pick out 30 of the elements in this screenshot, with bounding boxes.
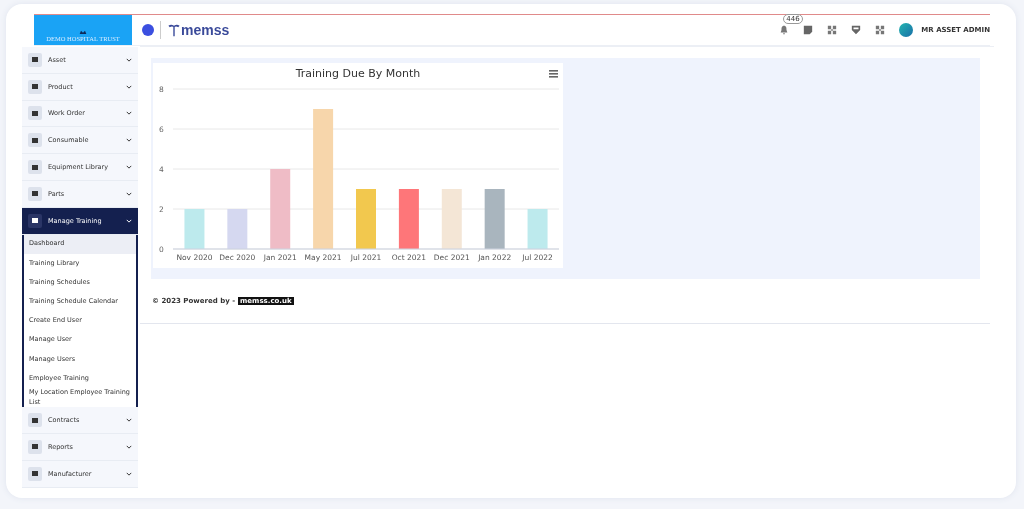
menu-icon bbox=[28, 413, 42, 428]
qr-code-icon[interactable] bbox=[827, 25, 838, 35]
chevron-icon bbox=[126, 444, 132, 449]
note-icon[interactable] bbox=[803, 25, 814, 35]
app-logo: memss bbox=[181, 22, 230, 38]
menu-icon bbox=[28, 186, 42, 201]
menu-icon bbox=[28, 439, 42, 454]
chevron-icon bbox=[126, 418, 132, 423]
chevron-icon bbox=[126, 471, 132, 476]
qr-code-icon[interactable] bbox=[875, 25, 886, 35]
chevron-icon bbox=[126, 57, 132, 62]
chevron-icon bbox=[126, 218, 132, 223]
chart-title: Training Due By Month bbox=[295, 67, 421, 80]
chevron-icon bbox=[126, 111, 132, 116]
chevron-icon bbox=[126, 138, 132, 143]
chevron-icon bbox=[126, 191, 132, 196]
chevron-icon bbox=[126, 165, 132, 170]
user-avatar[interactable] bbox=[899, 23, 914, 37]
menu-icon bbox=[28, 213, 42, 228]
menu-icon bbox=[28, 466, 42, 481]
menu-icon bbox=[28, 79, 42, 94]
menu-icon bbox=[28, 133, 42, 148]
menu-icon bbox=[28, 106, 42, 121]
status-dot bbox=[142, 24, 154, 36]
menu-icon bbox=[28, 160, 42, 175]
menu-icon[interactable] bbox=[549, 70, 558, 78]
bell-icon[interactable] bbox=[779, 25, 790, 35]
chevron-icon bbox=[126, 84, 132, 89]
shield-icon[interactable] bbox=[851, 25, 862, 35]
menu-icon bbox=[28, 52, 42, 67]
